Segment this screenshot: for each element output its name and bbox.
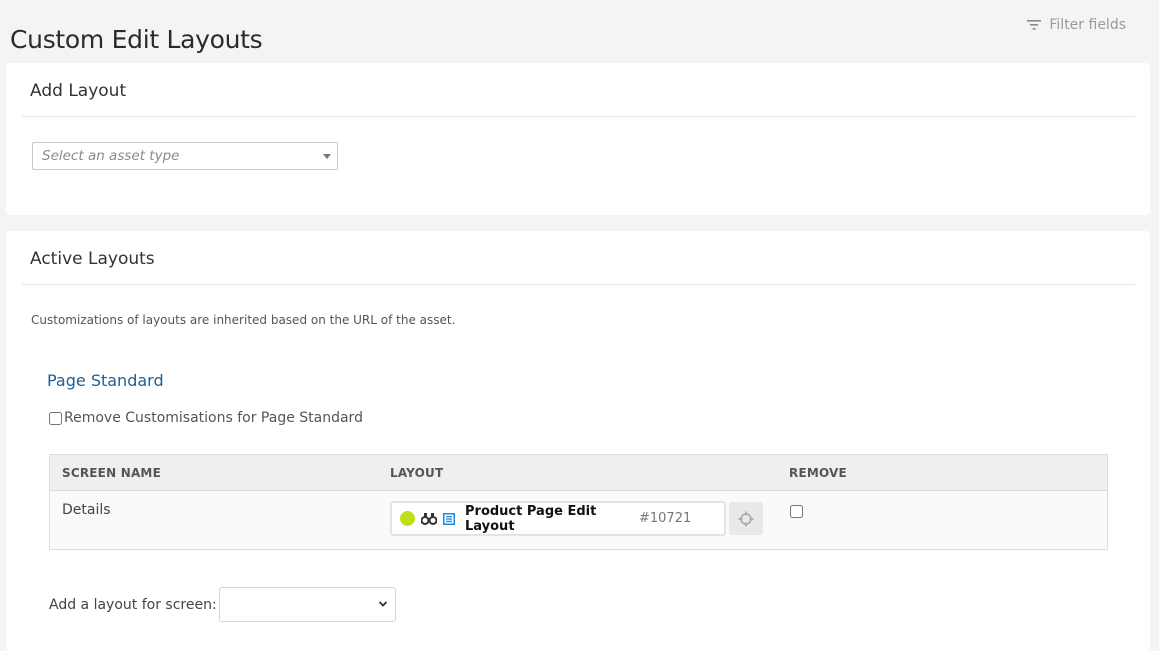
divider — [22, 116, 1135, 117]
binoculars-icon — [421, 512, 437, 525]
column-header-remove: REMOVE — [789, 466, 847, 480]
layout-id: #10721 — [639, 511, 692, 526]
add-screen-label: Add a layout for screen: — [49, 596, 217, 613]
screen-select[interactable] — [218, 587, 396, 622]
asset-type-placeholder: Select an asset type — [42, 148, 180, 164]
add-layout-for-screen: Add a layout for screen: — [49, 587, 396, 622]
chevron-down-icon — [378, 601, 387, 607]
help-text: Customizations of layouts are inherited … — [31, 313, 456, 327]
caret-down-icon — [323, 154, 331, 159]
filter-icon — [1027, 19, 1042, 31]
filter-fields-button[interactable]: Filter fields — [1027, 17, 1126, 33]
layout-asset-picker[interactable]: Product Page Edit Layout #10721 — [390, 501, 726, 536]
filter-fields-label: Filter fields — [1049, 17, 1126, 33]
page-title: Custom Edit Layouts — [10, 24, 263, 54]
layout-asset-icon — [443, 512, 455, 525]
layouts-table: SCREEN NAME LAYOUT REMOVE Details Produc… — [49, 454, 1108, 550]
screen-name-cell: Details — [62, 502, 111, 518]
add-layout-panel: Add Layout Select an asset type — [6, 63, 1150, 215]
column-header-screen-name: SCREEN NAME — [62, 466, 161, 480]
remove-customisations-label: Remove Customisations for Page Standard — [64, 410, 363, 426]
locate-asset-button[interactable] — [729, 502, 763, 535]
table-header: SCREEN NAME LAYOUT REMOVE — [50, 455, 1107, 491]
column-header-layout: LAYOUT — [390, 466, 444, 480]
layout-name: Product Page Edit Layout — [465, 503, 597, 534]
divider — [22, 284, 1135, 285]
crosshair-icon — [738, 511, 754, 526]
remove-customisations-option[interactable]: Remove Customisations for Page Standard — [49, 410, 363, 426]
remove-customisations-checkbox[interactable] — [49, 411, 62, 425]
add-layout-title: Add Layout — [30, 81, 127, 101]
asset-type-select[interactable]: Select an asset type — [32, 142, 338, 170]
status-live-icon — [400, 511, 415, 526]
remove-layout-checkbox[interactable] — [790, 505, 803, 518]
active-layouts-title: Active Layouts — [30, 249, 155, 269]
active-layouts-panel: Active Layouts Customizations of layouts… — [6, 231, 1150, 651]
group-title-page-standard: Page Standard — [47, 371, 164, 390]
table-row: Details Product Page Edit Layout #10721 — [50, 491, 1107, 549]
